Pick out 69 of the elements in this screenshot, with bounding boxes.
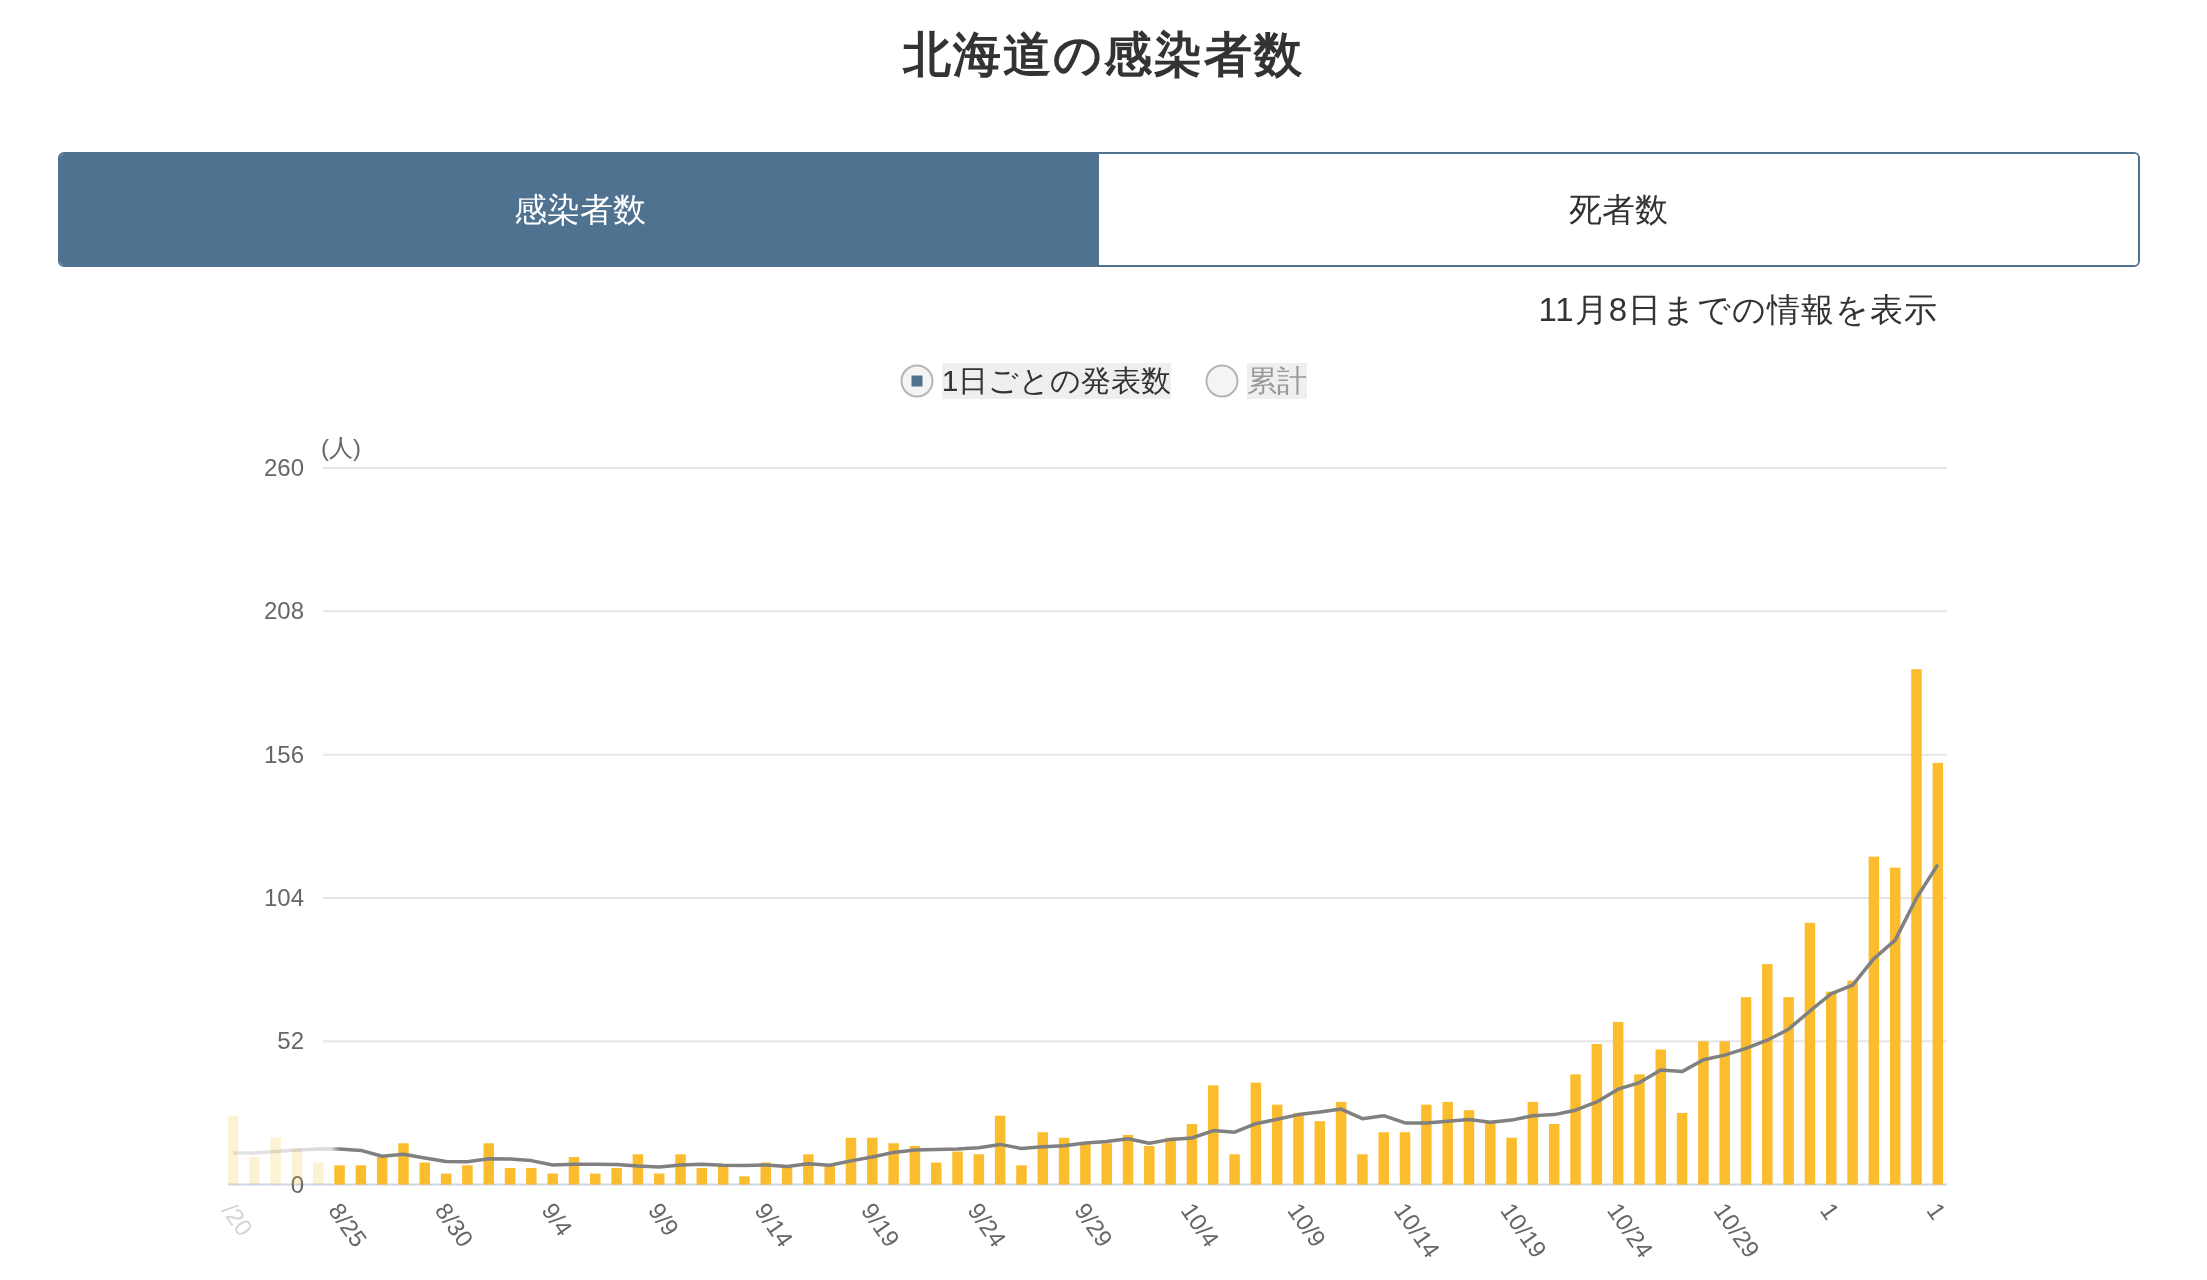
update-note: 11月8日までの情報を表示 bbox=[1538, 290, 1938, 331]
chart-bar bbox=[376, 1157, 388, 1185]
chart-bar bbox=[611, 1168, 622, 1185]
chart-bar bbox=[1229, 1154, 1240, 1185]
axis-label: 260 bbox=[263, 454, 304, 481]
chart-bar bbox=[1144, 1146, 1155, 1185]
chart-bar bbox=[632, 1154, 644, 1185]
chart-bar bbox=[334, 1165, 345, 1185]
chart-bar bbox=[1357, 1154, 1368, 1185]
chart-bar bbox=[398, 1143, 409, 1185]
axis-label: 1 bbox=[1921, 1198, 1952, 1225]
tab[interactable]: 感染者数 bbox=[60, 154, 1099, 265]
chart-bar bbox=[781, 1165, 793, 1185]
chart-bar bbox=[1122, 1135, 1134, 1185]
chart-bar bbox=[1314, 1121, 1326, 1185]
chart-bar bbox=[994, 1115, 1006, 1185]
axis-title: (人) bbox=[321, 434, 361, 461]
chart-bar bbox=[675, 1154, 686, 1185]
axis-label: 9/9 bbox=[643, 1198, 685, 1241]
chart-bar bbox=[1165, 1137, 1176, 1185]
chart-bar bbox=[1101, 1143, 1112, 1185]
chart-bar bbox=[717, 1165, 729, 1185]
chart-bar bbox=[568, 1157, 580, 1185]
chart-bar bbox=[355, 1165, 367, 1185]
chart-bar bbox=[1037, 1132, 1049, 1185]
chart-bar bbox=[1378, 1132, 1389, 1185]
chart-bar bbox=[1399, 1132, 1411, 1185]
chart-bar bbox=[313, 1162, 324, 1185]
chart-bar bbox=[270, 1137, 281, 1185]
chart-bar bbox=[952, 1151, 963, 1185]
page-title: 北海道の感染者数 bbox=[903, 27, 1304, 83]
chart-bar bbox=[696, 1168, 708, 1185]
chart-bar bbox=[590, 1173, 601, 1185]
chart-bar bbox=[760, 1162, 771, 1185]
chart-bar bbox=[1485, 1121, 1496, 1185]
chart-bar bbox=[653, 1173, 665, 1185]
chart-bar bbox=[1548, 1123, 1560, 1185]
chart-bar bbox=[504, 1168, 516, 1185]
axis-label: 104 bbox=[263, 883, 304, 911]
chart-bar bbox=[824, 1165, 835, 1185]
chart-bar bbox=[440, 1173, 452, 1185]
axis-label: 156 bbox=[263, 740, 304, 768]
radio-icon[interactable] bbox=[899, 364, 934, 398]
chart-bar bbox=[1080, 1143, 1091, 1185]
chart-bar bbox=[419, 1162, 431, 1185]
chart-bar bbox=[973, 1154, 985, 1185]
chart-bar bbox=[803, 1154, 814, 1185]
chart-bar bbox=[845, 1137, 857, 1185]
radio-icon[interactable] bbox=[1205, 364, 1240, 398]
axis-label: 9/4 bbox=[536, 1198, 578, 1241]
chart-bar bbox=[483, 1143, 494, 1185]
chart-bar bbox=[888, 1143, 899, 1185]
chart-bar bbox=[1506, 1137, 1517, 1185]
axis-label: 0 bbox=[290, 1170, 304, 1198]
axis-label: 1 bbox=[1815, 1198, 1845, 1225]
chart-bar bbox=[909, 1146, 921, 1185]
chart-bar bbox=[547, 1173, 558, 1185]
chart-bar bbox=[526, 1168, 537, 1185]
chart-bar bbox=[1058, 1137, 1070, 1185]
chart-bar bbox=[931, 1162, 942, 1185]
chart-bar bbox=[867, 1137, 878, 1185]
chart-bar bbox=[227, 1115, 239, 1185]
chart-bar bbox=[739, 1176, 750, 1185]
chart-bar bbox=[1186, 1123, 1198, 1185]
chart-bar bbox=[1016, 1165, 1027, 1185]
axis-label: 52 bbox=[277, 1027, 304, 1055]
chart-bar bbox=[462, 1165, 473, 1185]
chart-bar bbox=[249, 1157, 260, 1185]
axis-label: 208 bbox=[263, 597, 304, 625]
